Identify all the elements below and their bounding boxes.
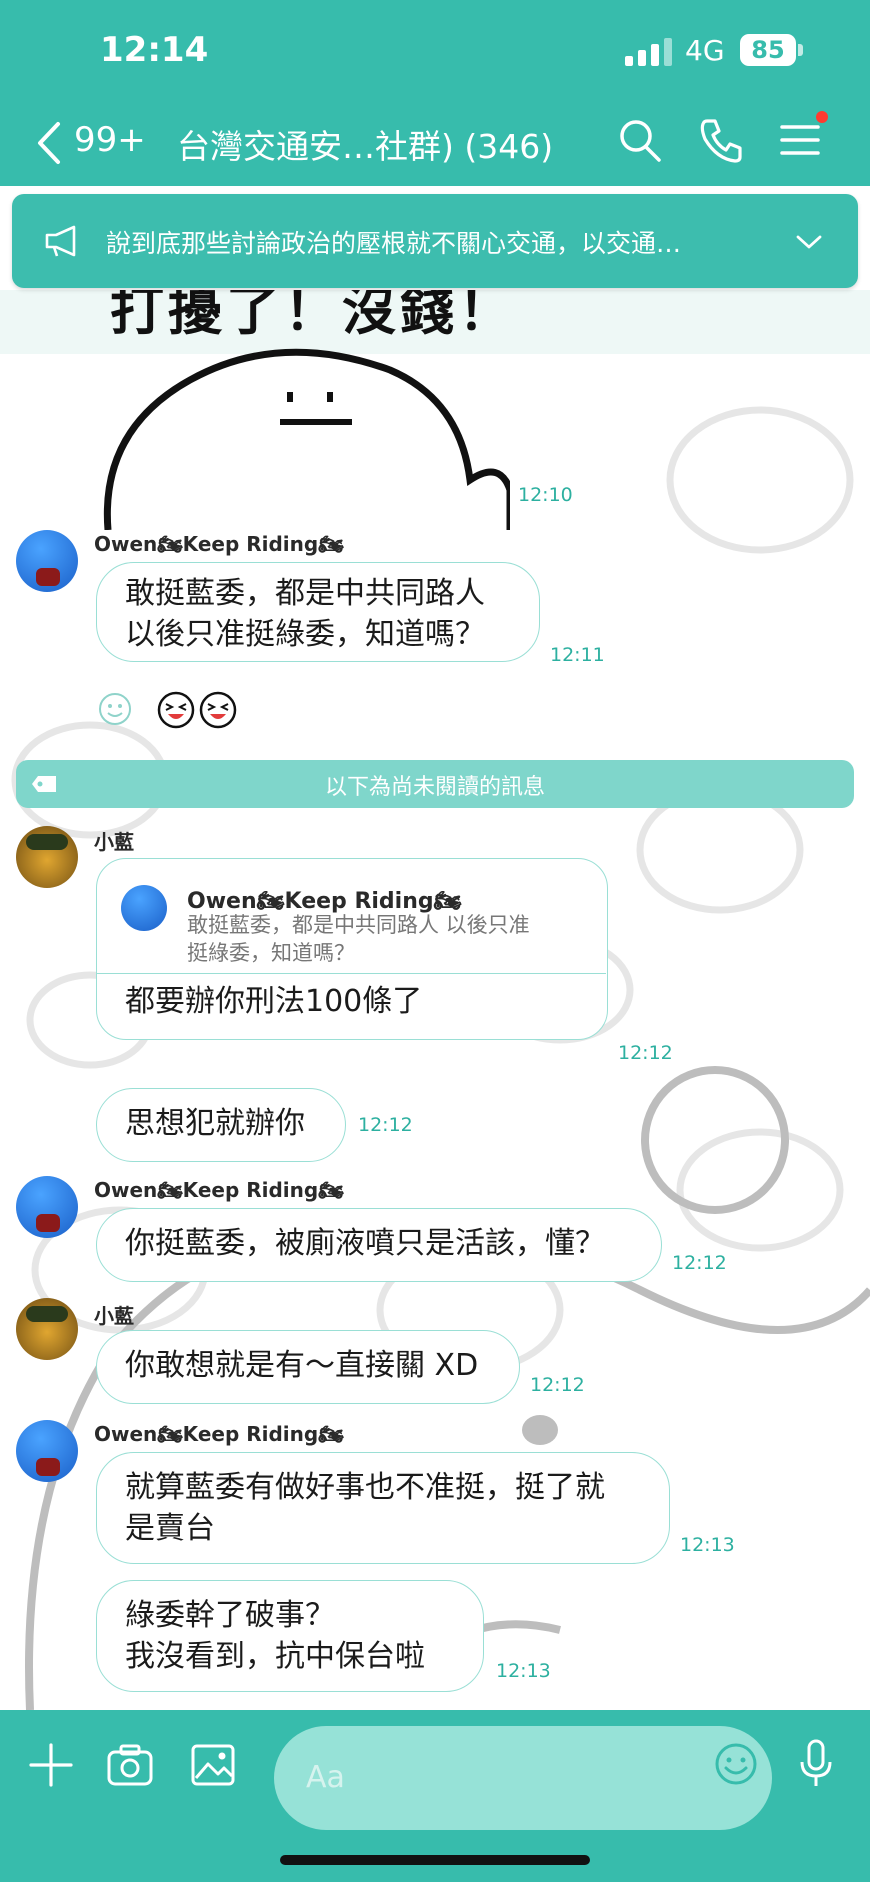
megaphone-icon [45, 225, 76, 257]
chat-area[interactable]: 打擾了！沒錢！ 12:10 Owen🏍Keep Riding🏍 敢挺藍委，都是中… [0, 290, 870, 1710]
announcement-text: 說到底那些討論政治的壓根就不關心交通，以交通… [106, 229, 682, 258]
unread-divider-label: 以下為尚未閱讀的訊息 [324, 775, 545, 800]
message-bubble[interactable]: 綠委幹了破事？ 我沒看到，抗中保台啦 [96, 1580, 484, 1692]
message-bubble[interactable]: 思想犯就辦你 [96, 1088, 346, 1162]
menu-icon[interactable] [776, 115, 824, 165]
reply-bubble[interactable]: Owen🏍Keep Riding🏍 敢挺藍委，都是中共同路人 以後只准 挺綠委，… [96, 858, 608, 1040]
image-icon[interactable] [190, 1742, 236, 1788]
sender-name: Owen🏍Keep Riding🏍 [94, 1422, 344, 1446]
message-time: 12:12 [672, 1252, 727, 1274]
plus-icon[interactable] [28, 1742, 74, 1788]
sender-name: Owen🏍Keep Riding🏍 [94, 532, 344, 556]
sender-name: 小藍 [94, 830, 134, 854]
reaction-laugh-icon[interactable] [156, 690, 242, 730]
signal-icon [625, 36, 677, 66]
message-bubble[interactable]: 你敢想就是有～直接關 XD [96, 1330, 520, 1404]
message-time: 12:10 [518, 484, 573, 506]
message-time: 12:12 [618, 1042, 673, 1064]
avatar[interactable] [16, 530, 78, 592]
message-time: 12:12 [530, 1374, 585, 1396]
sticker-caption: 打擾了！沒錢！ [110, 290, 516, 342]
message-time: 12:11 [550, 644, 605, 666]
sender-name: Owen🏍Keep Riding🏍 [94, 1178, 344, 1202]
avatar[interactable] [16, 1176, 78, 1238]
quote-text: 敢挺藍委，都是中共同路人 以後只准 挺綠委，知道嗎？ [187, 913, 530, 965]
add-reaction-icon[interactable] [98, 692, 132, 726]
network-label: 4G [685, 34, 725, 67]
chat-title[interactable]: 台灣交通安…社群) (346) [177, 120, 553, 168]
unread-count[interactable]: 99+ [74, 120, 146, 160]
quote-avatar [121, 885, 167, 931]
message-bubble[interactable]: 你挺藍委，被廁液噴只是活該，懂？ [96, 1208, 662, 1282]
chevron-down-icon[interactable] [794, 232, 824, 252]
message-input-placeholder: Aa [306, 1760, 345, 1795]
battery-icon: 85 [740, 34, 796, 66]
avatar[interactable] [16, 826, 78, 888]
sticker-image[interactable] [100, 340, 510, 530]
back-chevron-icon[interactable] [30, 118, 70, 168]
sender-name: 小藍 [94, 1304, 134, 1328]
microphone-icon[interactable] [798, 1738, 834, 1790]
notification-dot [816, 111, 828, 123]
avatar[interactable] [16, 1298, 78, 1360]
message-bubble[interactable]: 就算藍委有做好事也不准挺，挺了就 是賣台 [96, 1452, 670, 1564]
search-icon[interactable] [616, 115, 664, 165]
emoji-icon[interactable] [714, 1742, 758, 1786]
status-time: 12:14 [100, 30, 209, 70]
message-text: 都要辦你刑法100條了 [125, 984, 423, 1019]
message-input[interactable] [274, 1726, 772, 1830]
message-time: 12:13 [680, 1534, 735, 1556]
message-time: 12:13 [496, 1660, 551, 1682]
home-indicator [280, 1855, 590, 1865]
camera-icon[interactable] [106, 1742, 154, 1788]
message-time: 12:12 [358, 1114, 413, 1136]
top-bar: 12:14 4G 85 99+ 台灣交通安…社群) (346) [0, 0, 870, 186]
avatar[interactable] [16, 1420, 78, 1482]
message-bubble[interactable]: 敢挺藍委，都是中共同路人 以後只准挺綠委，知道嗎？ [96, 562, 540, 662]
phone-icon[interactable] [697, 115, 745, 165]
